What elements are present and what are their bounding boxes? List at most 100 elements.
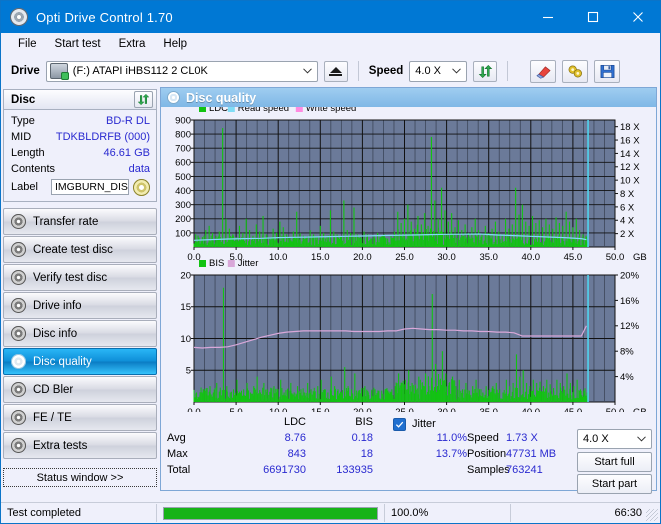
svg-text:35.0: 35.0 (479, 252, 498, 263)
position-label: Position (467, 448, 507, 460)
disc-row-contents: Contents data (11, 161, 150, 177)
app-window: Opti Drive Control 1.70 File Start test … (0, 0, 661, 524)
sidebar-item-disc-quality[interactable]: Disc quality (3, 348, 157, 375)
disc-icon (10, 8, 28, 26)
sidebar-item-verify-test-disc[interactable]: Verify test disc (3, 264, 157, 291)
stats-label-max: Max (167, 448, 188, 460)
disc-refresh-button[interactable] (134, 91, 153, 108)
status-window-button[interactable]: Status window >> (3, 468, 157, 487)
close-icon[interactable] (615, 1, 660, 33)
disc-quality-icon (11, 354, 26, 369)
sidebar-item-label: Verify test disc (33, 271, 108, 284)
stats-header-ldc: LDC (283, 416, 306, 428)
save-button[interactable] (594, 59, 621, 83)
erase-button[interactable] (530, 59, 557, 83)
stats-col-ldc: LDC 8.76 843 6691730 (221, 416, 306, 480)
drive-label: Drive (11, 65, 40, 77)
title-bar: Opti Drive Control 1.70 (1, 1, 660, 33)
position-value: 47731 MB (506, 448, 557, 460)
svg-text:20.0: 20.0 (353, 252, 372, 263)
disc-info-panel: Type BD-R DL MID TDKBLDRFB (000) Length … (3, 109, 157, 202)
start-full-button[interactable]: Start full (577, 452, 652, 472)
svg-text:900: 900 (175, 115, 191, 126)
drive-select[interactable]: (F:) ATAPI iHBS112 2 CL0K (45, 60, 318, 82)
svg-text:6 X: 6 X (620, 202, 635, 213)
svg-text:2 X: 2 X (620, 229, 635, 240)
svg-text:GB: GB (633, 252, 647, 263)
svg-text:200: 200 (175, 214, 191, 225)
toolbar-divider (357, 61, 359, 81)
sidebar-item-drive-info[interactable]: Drive info (3, 292, 157, 319)
refresh-button[interactable] (473, 60, 498, 82)
disc-quality-charts: LDC Read speed Write speed 100 200 300 400 500 6… (175, 107, 647, 412)
sidebar-item-disc-info[interactable]: Disc info (3, 320, 157, 347)
svg-text:30.0: 30.0 (437, 252, 456, 263)
eject-button[interactable] (323, 60, 348, 82)
svg-text:4 X: 4 X (620, 216, 635, 227)
svg-text:40.0: 40.0 (522, 252, 541, 263)
svg-text:5: 5 (186, 366, 191, 377)
svg-text:50.0: 50.0 (606, 252, 625, 263)
cd-icon[interactable] (133, 178, 150, 196)
menu-item-start-test[interactable]: Start test (46, 36, 110, 52)
sidebar-item-transfer-rate[interactable]: Transfer rate (3, 208, 157, 235)
svg-text:Jitter: Jitter (238, 258, 259, 269)
menu-item-help[interactable]: Help (154, 36, 196, 52)
disc-contents-label: Contents (11, 163, 56, 175)
stats-bis-total: 133935 (336, 464, 373, 476)
eject-icon (329, 66, 342, 73)
sidebar-item-label: CD Bler (33, 383, 74, 396)
menu-item-extra[interactable]: Extra (110, 36, 155, 52)
disc-transfer-icon (11, 214, 26, 229)
result-speed-label: Speed (467, 432, 499, 444)
sidebar-item-fe-te[interactable]: FE / TE (3, 404, 157, 431)
svg-text:8 X: 8 X (620, 189, 635, 200)
disc-type-value: BD-R DL (105, 115, 150, 127)
sidebar-item-cd-bler[interactable]: CD Bler (3, 376, 157, 403)
sidebar-item-label: Disc quality (33, 355, 92, 368)
progress-cell (157, 504, 385, 522)
disc-row-label: Label IMGBURN_DIS (11, 177, 150, 197)
maximize-icon[interactable] (570, 1, 615, 33)
jitter-checkbox[interactable] (393, 417, 406, 431)
result-speed-select[interactable]: 4.0 X (577, 429, 652, 449)
svg-text:700: 700 (175, 144, 191, 155)
stats-col-right-values: 1.73 X 47731 MB 763241 (506, 432, 574, 480)
disc-label-input[interactable]: IMGBURN_DIS (51, 179, 129, 195)
resize-grip[interactable] (646, 509, 658, 521)
jitter-label: Jitter (412, 418, 436, 430)
main-body: Disc Type BD-R DL MID TDKBLDRFB (000) Le… (1, 87, 660, 494)
start-full-label: Start full (594, 456, 635, 468)
start-part-button[interactable]: Start part (577, 474, 652, 494)
svg-text:25.0: 25.0 (395, 252, 414, 263)
minimize-icon[interactable] (525, 1, 570, 33)
eraser-icon (536, 65, 551, 79)
stats-col-bis: BIS 0.18 18 133935 (311, 416, 373, 480)
sidebar-item-create-test-disc[interactable]: Create test disc (3, 236, 157, 263)
disc-bler-icon (11, 382, 26, 397)
svg-text:Read speed: Read speed (238, 107, 289, 114)
elapsed-cell: 66:30 (511, 504, 660, 522)
svg-text:300: 300 (175, 200, 191, 211)
chevron-down-icon (302, 62, 312, 81)
chevron-down-icon (452, 62, 462, 81)
svg-text:8%: 8% (620, 347, 634, 358)
disc-length-value: 46.61 GB (103, 147, 150, 159)
menu-item-file[interactable]: File (9, 36, 46, 52)
speed-select[interactable]: 4.0 X (409, 60, 468, 82)
svg-text:4%: 4% (620, 372, 634, 383)
window-controls (525, 1, 660, 33)
disc-panel-title: Disc (11, 93, 36, 106)
svg-text:0.0: 0.0 (187, 252, 200, 263)
sidebar-item-extra-tests[interactable]: Extra tests (3, 432, 157, 459)
disc-drive-icon (11, 298, 26, 313)
tools-button[interactable] (562, 59, 589, 83)
svg-text:600: 600 (175, 158, 191, 169)
svg-text:45.0: 45.0 (564, 252, 583, 263)
svg-text:10: 10 (180, 334, 191, 345)
check-icon (395, 421, 404, 428)
status-window-label: Status window >> (36, 471, 124, 484)
percent-cell: 100.0% (385, 504, 511, 522)
disc-quality-icon (167, 91, 180, 104)
disc-verify-icon (11, 270, 26, 285)
